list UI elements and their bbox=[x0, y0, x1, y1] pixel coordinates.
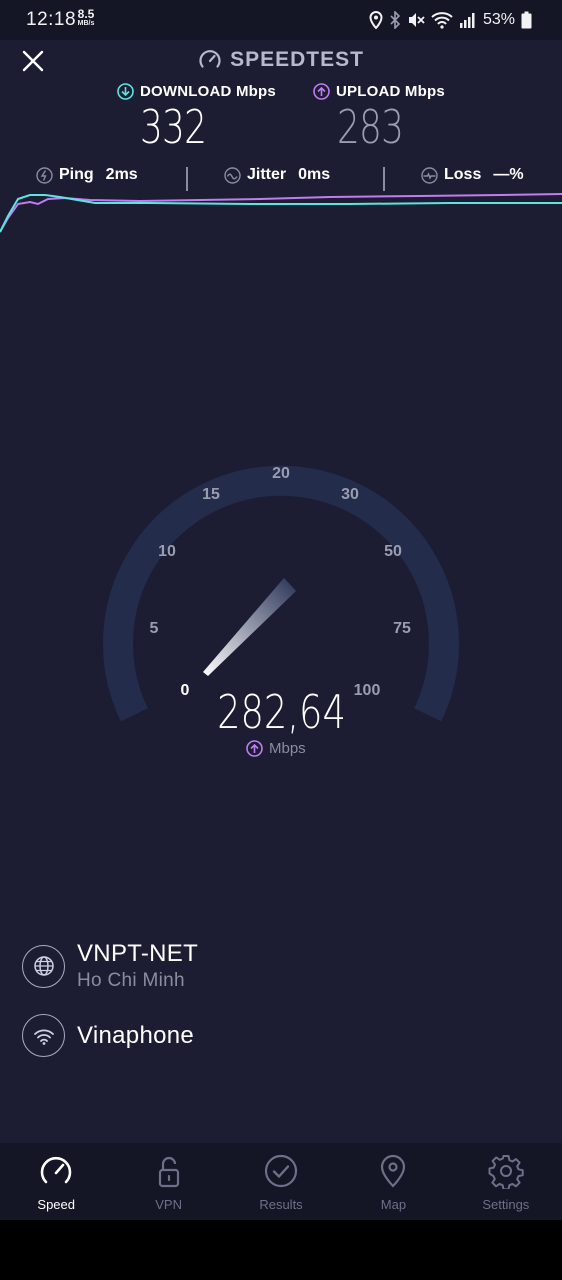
download-header: DOWNLOAD Mbps bbox=[117, 83, 276, 100]
gauge-scale-label: 15 bbox=[202, 486, 220, 503]
upload-header: UPLOAD Mbps bbox=[313, 83, 445, 100]
tab-settings-label: Settings bbox=[482, 1197, 530, 1212]
signal-icon bbox=[459, 13, 475, 28]
globe-icon bbox=[33, 956, 54, 976]
throughput-graph bbox=[0, 193, 562, 233]
tab-bar: Speed VPN Results Map Settings bbox=[0, 1143, 562, 1220]
lock-icon bbox=[158, 1156, 179, 1188]
server-name: VNPT-NET bbox=[77, 940, 199, 967]
location-icon bbox=[369, 11, 383, 29]
battery-percent: 53% bbox=[482, 11, 515, 28]
tab-map[interactable]: Map bbox=[337, 1143, 449, 1220]
check-circle-icon bbox=[264, 1154, 298, 1188]
tab-results[interactable]: Results bbox=[225, 1143, 337, 1220]
upload-value: 283 bbox=[337, 100, 404, 154]
ping-value: 2ms bbox=[105, 166, 138, 183]
upload-graph-line bbox=[0, 193, 562, 233]
net-speed-unit: MB/s bbox=[77, 20, 95, 27]
status-bar: 12:18 8.5 MB/s 53% bbox=[0, 0, 562, 40]
loss-stat: Loss —% bbox=[421, 166, 524, 184]
gauge-scale-label: 10 bbox=[158, 543, 176, 560]
gauge-current-value: 282,64 bbox=[216, 685, 346, 739]
app-title: SPEEDTEST bbox=[0, 48, 562, 72]
status-time: 12:18 bbox=[26, 9, 77, 30]
gauge-needle bbox=[203, 578, 296, 676]
server-button[interactable] bbox=[22, 944, 65, 988]
jitter-icon bbox=[224, 166, 241, 184]
ping-icon bbox=[36, 166, 53, 184]
upload-icon bbox=[246, 740, 263, 757]
speed-icon bbox=[40, 1156, 72, 1184]
loss-icon bbox=[421, 166, 438, 184]
tab-vpn-label: VPN bbox=[155, 1197, 182, 1212]
wifi-icon bbox=[33, 1029, 54, 1045]
speedometer-icon bbox=[199, 50, 221, 68]
tab-vpn[interactable]: VPN bbox=[112, 1143, 224, 1220]
gauge-scale-label: 5 bbox=[150, 620, 159, 637]
connection-button[interactable] bbox=[22, 1014, 65, 1057]
download-graph-line bbox=[0, 194, 562, 233]
loss-value: —% bbox=[493, 166, 524, 183]
gear-icon bbox=[488, 1155, 524, 1189]
bluetooth-icon bbox=[390, 11, 401, 29]
tab-speed[interactable]: Speed bbox=[0, 1143, 112, 1220]
ping-label: Ping bbox=[59, 166, 94, 183]
jitter-value: 0ms bbox=[298, 166, 331, 183]
battery-icon bbox=[521, 11, 532, 29]
gauge-scale-label: 75 bbox=[393, 620, 411, 637]
net-speed-value: 8.5 bbox=[77, 7, 95, 21]
upload-label: UPLOAD Mbps bbox=[336, 83, 445, 100]
speedtest-screen: 12:18 8.5 MB/s 53% SPEEDTEST DOWNLOAD Mb… bbox=[0, 0, 562, 1220]
gauge-scale-label: 50 bbox=[384, 543, 402, 560]
wifi-icon bbox=[431, 12, 453, 29]
gauge-readout: 282,64 bbox=[0, 685, 562, 739]
connection-info[interactable]: Vinaphone bbox=[22, 1014, 194, 1057]
loss-label: Loss bbox=[444, 166, 482, 183]
tab-results-label: Results bbox=[259, 1197, 303, 1212]
jitter-stat: Jitter 0ms bbox=[224, 166, 330, 184]
jitter-label: Jitter bbox=[247, 166, 287, 183]
tab-settings[interactable]: Settings bbox=[450, 1143, 562, 1220]
server-info[interactable]: VNPT-NET Ho Chi Minh bbox=[22, 940, 198, 992]
ping-stat: Ping 2ms bbox=[36, 166, 138, 184]
download-icon bbox=[117, 83, 134, 100]
connection-name: Vinaphone bbox=[77, 1021, 195, 1049]
status-icons: 53% bbox=[369, 9, 532, 31]
download-label: DOWNLOAD Mbps bbox=[140, 83, 276, 100]
gauge-unit-label: Mbps bbox=[269, 740, 306, 757]
tab-speed-label: Speed bbox=[37, 1197, 75, 1212]
app-title-text: SPEEDTEST bbox=[230, 48, 364, 71]
map-pin-icon bbox=[381, 1154, 406, 1188]
tab-map-label: Map bbox=[380, 1197, 407, 1212]
server-location: Ho Chi Minh bbox=[77, 970, 185, 991]
gauge-scale-label: 20 bbox=[272, 465, 290, 482]
mute-icon bbox=[408, 13, 425, 27]
download-value: 332 bbox=[140, 100, 207, 154]
gauge-scale-label: 30 bbox=[341, 486, 359, 503]
gauge-unit: Mbps bbox=[246, 740, 306, 757]
status-net-speed: 8.5 MB/s bbox=[75, 8, 97, 27]
upload-icon bbox=[313, 83, 330, 100]
